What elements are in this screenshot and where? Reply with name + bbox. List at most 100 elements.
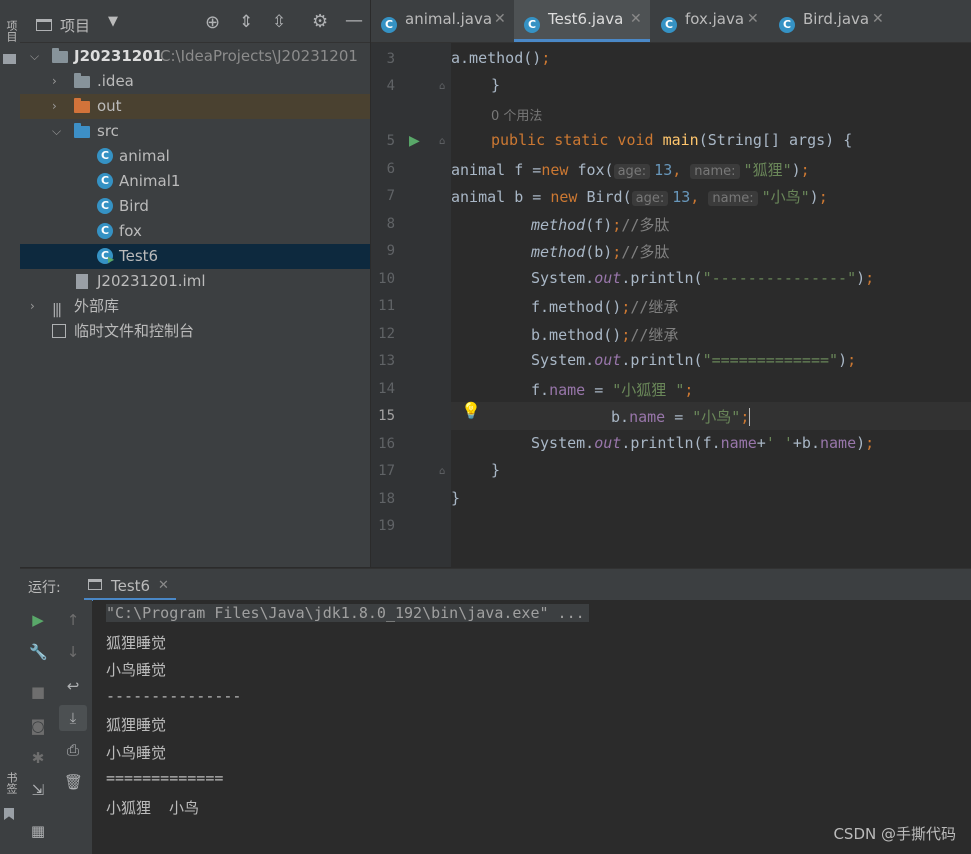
close-icon[interactable]: ✕: [872, 0, 884, 45]
chevron-right-icon[interactable]: ›: [52, 69, 66, 94]
arrow-down-icon[interactable]: ↓: [64, 643, 82, 661]
project-panel-title[interactable]: 项目: [60, 15, 90, 36]
run-tab-label[interactable]: Test6: [111, 577, 150, 595]
code-line: System.out.println(f.name+' '+b.name);: [531, 434, 875, 452]
project-path: C:\IdeaProjects\J20231201: [160, 47, 358, 65]
tab-bird-java[interactable]: C Bird.java ✕: [769, 0, 893, 42]
tree-item-test6[interactable]: C ▶ Test6: [20, 244, 370, 269]
tree-item-project-root[interactable]: ⌵ J20231201 C:\IdeaProjects\J20231201: [20, 44, 370, 69]
tree-item-external-libraries[interactable]: › ||| 外部库: [20, 294, 370, 319]
arrow-up-icon[interactable]: ↑: [64, 611, 82, 629]
tree-item-iml[interactable]: J20231201.iml: [20, 269, 370, 294]
tree-item-fox[interactable]: C fox: [20, 219, 370, 244]
fold-marker-icon[interactable]: ⌂: [439, 136, 445, 147]
console-output[interactable]: "C:\Program Files\Java\jdk1.8.0_192\bin\…: [93, 600, 971, 854]
line-number: 13: [378, 353, 395, 369]
project-view-icon: [36, 19, 52, 31]
fold-marker-icon[interactable]: ⌂: [439, 81, 445, 92]
wrench-icon[interactable]: 🔧: [29, 643, 48, 661]
layout-icon[interactable]: ▦: [29, 822, 47, 840]
code-editor[interactable]: a.method(); } 0 个用法 public static void m…: [451, 43, 971, 567]
close-icon[interactable]: ✕: [494, 0, 506, 45]
hide-panel-icon[interactable]: —: [345, 10, 363, 31]
tree-item-src[interactable]: ⌵ src: [20, 119, 370, 144]
code-line: }: [491, 461, 501, 479]
tab-fox-java[interactable]: C fox.java ✕: [651, 0, 768, 42]
module-folder-icon: [52, 48, 68, 63]
console-line: =============: [106, 769, 224, 787]
scroll-to-end-icon[interactable]: ⤓: [64, 709, 82, 727]
close-icon[interactable]: ✕: [630, 0, 642, 45]
tree-item-label: src: [97, 122, 119, 140]
console-line: 小狐狸 小鸟: [106, 799, 200, 817]
console-line: ---------------: [106, 687, 242, 705]
line-number: 3: [386, 51, 395, 67]
print-icon[interactable]: ⎙: [64, 741, 82, 759]
source-folder-icon: [74, 123, 90, 138]
run-gutter-icon[interactable]: ▶: [409, 133, 420, 149]
tree-item-label: fox: [119, 222, 142, 240]
line-number: 17: [378, 463, 395, 479]
code-line: System.out.println("---------------");: [531, 269, 875, 287]
soft-wrap-icon[interactable]: ↩: [64, 677, 82, 695]
close-icon[interactable]: ✕: [747, 0, 759, 45]
chevron-right-icon[interactable]: ›: [52, 94, 66, 119]
lightbulb-icon[interactable]: 💡: [461, 401, 481, 420]
console-line: 狐狸睡觉: [106, 634, 167, 652]
class-icon: C: [97, 148, 113, 164]
code-line: }: [491, 76, 501, 94]
tree-item-scratches[interactable]: 临时文件和控制台: [20, 319, 370, 344]
tree-item-idea[interactable]: › .idea: [20, 69, 370, 94]
chevron-right-icon[interactable]: ›: [30, 294, 44, 319]
tree-item-bird[interactable]: C Bird: [20, 194, 370, 219]
chevron-down-icon[interactable]: ⌵: [52, 119, 66, 144]
code-line: animal b = new Bird(age: 13, name: "小鸟");: [451, 188, 828, 206]
chevron-down-icon[interactable]: ⌵: [30, 44, 44, 69]
chevron-down-icon[interactable]: ▼: [108, 14, 118, 29]
class-icon: C: [661, 17, 677, 33]
folder-icon: [3, 54, 16, 64]
editor-gutter: 3 4 5 6 7 8 9 10 11 12 13 14 15 16 17 18…: [371, 43, 451, 567]
locate-icon[interactable]: ⊕: [205, 12, 220, 33]
console-icon: [88, 579, 102, 590]
line-number: 11: [378, 298, 395, 314]
class-icon: C: [524, 17, 540, 33]
close-icon[interactable]: ✕: [158, 578, 169, 593]
class-icon: C: [779, 17, 795, 33]
code-line: }: [451, 489, 461, 507]
fold-marker-icon[interactable]: ⌂: [439, 466, 445, 477]
tree-item-label: 外部库: [74, 297, 120, 315]
code-line: f.method();//继承: [531, 298, 679, 316]
bookmarks-tool-button[interactable]: 书签: [1, 772, 19, 794]
trash-icon[interactable]: 🗑: [64, 773, 83, 791]
tree-item-animal[interactable]: C animal: [20, 144, 370, 169]
console-line: 小鸟睡觉: [106, 661, 167, 679]
exit-icon[interactable]: ⇲: [29, 781, 47, 799]
tree-item-out[interactable]: › out: [20, 94, 370, 119]
line-number: 7: [386, 188, 395, 204]
line-number: 19: [378, 518, 395, 534]
bug-icon[interactable]: ✱: [29, 749, 47, 767]
tab-label: fox.java: [685, 10, 745, 28]
class-icon: C: [97, 223, 113, 239]
code-line: System.out.println("=============");: [531, 351, 857, 369]
left-tool-strip: 项目 书签: [0, 0, 21, 854]
tab-test6-java[interactable]: C Test6.java ✕: [514, 0, 650, 42]
stop-icon[interactable]: ■: [29, 683, 47, 701]
tree-item-animal1[interactable]: C Animal1: [20, 169, 370, 194]
project-panel-header: 项目 ▼ ⊕ ⇕ ⇳ ⚙ —: [20, 0, 370, 43]
console-line: "C:\Program Files\Java\jdk1.8.0_192\bin\…: [106, 604, 589, 622]
project-tool-button[interactable]: 项目: [1, 20, 19, 42]
rerun-icon[interactable]: ▶: [29, 611, 47, 629]
tree-item-label: J20231201.iml: [97, 272, 206, 290]
line-number: 6: [386, 161, 395, 177]
camera-icon[interactable]: ◙: [29, 717, 47, 735]
tab-animal-java[interactable]: C animal.java ✕: [371, 0, 513, 42]
tree-item-label: animal: [119, 147, 170, 165]
line-number: 9: [386, 243, 395, 259]
collapse-all-icon[interactable]: ⇳: [272, 12, 286, 32]
expand-all-icon[interactable]: ⇕: [239, 12, 253, 32]
line-number: 4: [386, 78, 395, 94]
bookmark-icon: [4, 808, 14, 820]
gear-icon[interactable]: ⚙: [312, 11, 328, 32]
